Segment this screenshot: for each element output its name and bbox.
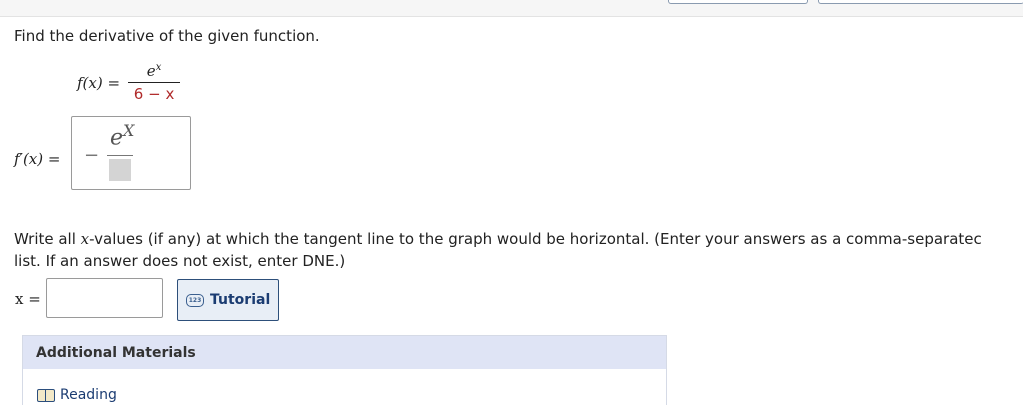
function-fraction: ex 6 − x [128, 62, 181, 103]
additional-materials-panel: Additional Materials Reading [22, 335, 667, 405]
answer-numerator-exponent: X [123, 121, 135, 140]
part2-variable: x [80, 230, 90, 248]
toolbar-button-2[interactable] [818, 0, 1023, 4]
part2-instructions: Write all x-values (if any) at which the… [14, 228, 1023, 272]
part2-line2: list. If an answer does not exist, enter… [14, 252, 346, 270]
function-denominator: 6 − x [133, 85, 175, 103]
numerator-base: e [146, 62, 156, 80]
book-icon [37, 388, 55, 402]
answer-sign: − [84, 145, 100, 166]
tutorial-label: Tutorial [210, 292, 271, 308]
part2-line1-rest: -values (if any) at which the tangent li… [89, 230, 982, 248]
function-definition: f(x) = ex 6 − x [77, 62, 181, 103]
reading-link[interactable]: Reading [37, 387, 117, 403]
answer-numerator-base: e [110, 125, 124, 151]
function-numerator: ex [144, 62, 165, 82]
derivative-answer-box[interactable]: − eX [71, 116, 191, 190]
x-values-input[interactable] [46, 278, 163, 318]
answer-fraction-bar [107, 155, 133, 156]
additional-materials-title: Additional Materials [23, 336, 666, 369]
answer-denominator-input[interactable] [109, 159, 131, 181]
numerator-exponent: x [155, 62, 162, 73]
question-prompt: Find the derivative of the given functio… [14, 27, 320, 45]
toolbar-button-1[interactable] [668, 0, 808, 4]
reading-label: Reading [60, 387, 117, 403]
top-toolbar [0, 0, 1023, 17]
function-lhs: f(x) = [77, 73, 121, 92]
x-label: x = [15, 290, 41, 308]
part2-line1: Write all x-values (if any) at which the… [14, 228, 1023, 250]
answer-numerator: eX [110, 121, 134, 150]
part2-text-before: Write all [14, 230, 81, 248]
tutorial-icon: 123 [186, 293, 204, 307]
derivative-label: f′(x) = [14, 150, 61, 168]
tutorial-button[interactable]: 123 Tutorial [177, 279, 279, 321]
